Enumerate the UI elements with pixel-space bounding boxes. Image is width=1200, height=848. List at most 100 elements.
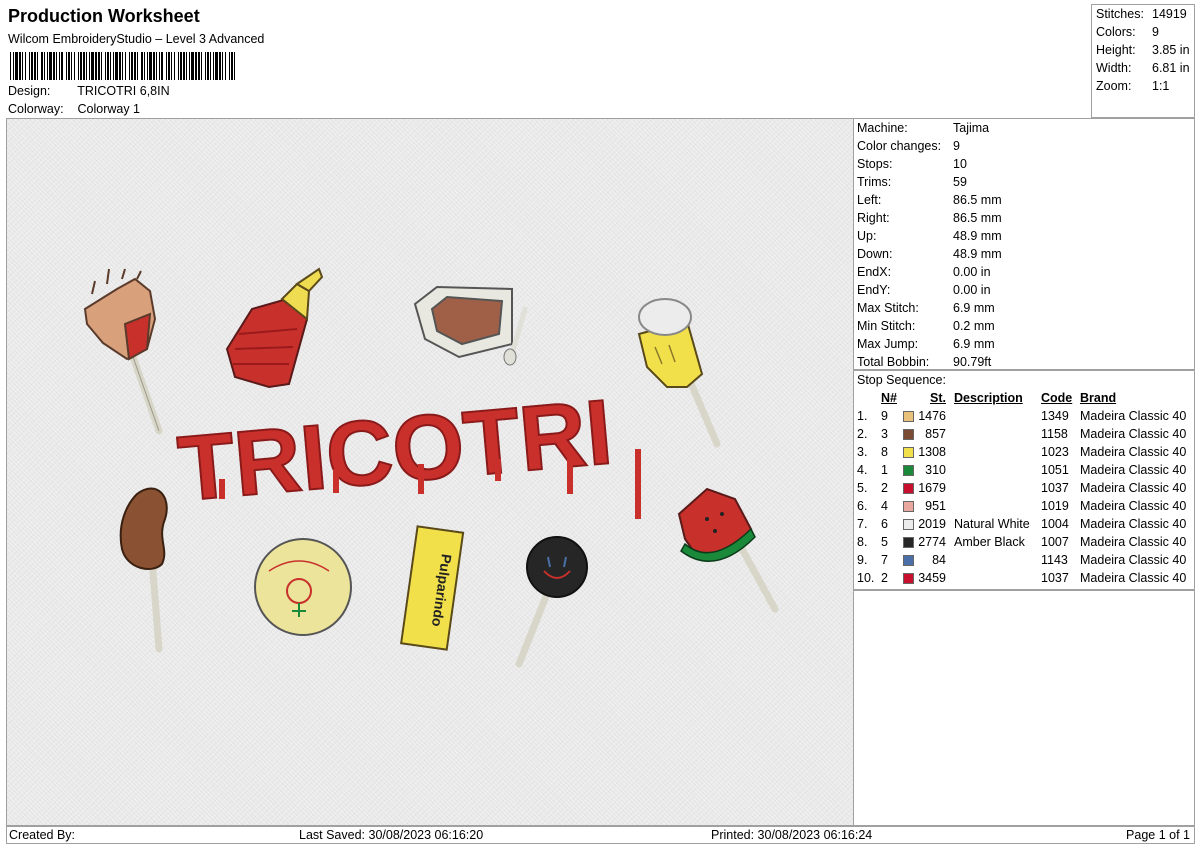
machine-info-label: Max Jump:: [857, 337, 919, 351]
stat-value-colors: 9: [1152, 25, 1159, 39]
row-thread-brand: Madeira Classic 40: [1080, 445, 1187, 459]
col-header-description: Description: [954, 391, 1023, 405]
machine-info-label: Stops:: [857, 157, 893, 171]
page-number: Page 1 of 1: [1126, 828, 1190, 842]
last-saved: Last Saved: 30/08/2023 06:16:20: [299, 828, 484, 842]
stop-sequence-row: 4. 1 310 1051 Madeira Classic 40: [854, 463, 1194, 481]
smiley-lollipop-icon: [515, 536, 588, 668]
row-thread-brand: Madeira Classic 40: [1080, 571, 1187, 585]
row-thread-brand: Madeira Classic 40: [1080, 481, 1187, 495]
colorway-value: Colorway 1: [77, 102, 141, 116]
design-value: TRICOTRI 6,8IN: [77, 84, 170, 98]
row-thread-code: 1004: [1041, 517, 1069, 531]
colorway-label: Colorway:: [8, 102, 64, 116]
design-preview-canvas[interactable]: TRICOTRI Pulparindo: [6, 118, 854, 826]
thread-color-swatch: [903, 429, 914, 440]
machine-info-label: Trims:: [857, 175, 892, 189]
row-needle-number: 7: [881, 553, 888, 567]
row-index: 4.: [857, 463, 868, 477]
machine-info-value: Tajima: [953, 121, 990, 135]
software-subtitle: Wilcom EmbroideryStudio – Level 3 Advanc…: [8, 32, 265, 46]
row-thread-code: 1051: [1041, 463, 1069, 477]
row-needle-number: 1: [881, 463, 888, 477]
machine-info-value: 0.00 in: [953, 283, 991, 297]
machine-info-value: 10: [953, 157, 967, 171]
thread-color-swatch: [903, 555, 914, 566]
machine-info-value: 6.9 mm: [953, 337, 995, 351]
stop-sequence-row: 1. 9 1476 1349 Madeira Classic 40: [854, 409, 1194, 427]
row-thread-code: 1037: [1041, 571, 1069, 585]
embroidery-design-preview: TRICOTRI Pulparindo: [83, 267, 779, 668]
machine-info-value: 90.79ft: [953, 355, 992, 369]
row-index: 1.: [857, 409, 868, 423]
row-needle-number: 9: [881, 409, 888, 423]
stop-sequence-row: 7. 6 2019 Natural White 1004 Madeira Classic …: [854, 517, 1194, 535]
thread-color-swatch: [903, 483, 914, 494]
row-thread-code: 1143: [1041, 553, 1068, 567]
thread-color-swatch: [903, 465, 914, 476]
stat-label-colors: Colors:: [1096, 25, 1136, 39]
row-stitch-count: 1308: [918, 445, 946, 459]
row-description: Amber Black: [954, 535, 1025, 549]
row-index: 8.: [857, 535, 868, 549]
col-header-n: N#: [881, 391, 897, 405]
tricotri-title-text: TRICOTRI: [174, 381, 616, 520]
machine-info-value: 9: [953, 139, 960, 153]
machine-info-label: Left:: [857, 193, 882, 207]
machine-info-value: 86.5 mm: [953, 211, 1002, 225]
row-stitch-count: 84: [932, 553, 946, 567]
hot-sauce-bottle-icon: [225, 267, 324, 389]
machine-info-value: 86.5 mm: [953, 193, 1002, 207]
row-thread-code: 1037: [1041, 481, 1069, 495]
stop-sequence-row: 10. 2 3459 1037 Madeira Classic 40: [854, 571, 1194, 589]
stop-sequence-title: Stop Sequence:: [857, 373, 946, 387]
machine-info-value: 59: [953, 175, 967, 189]
machine-info-label: Up:: [857, 229, 877, 243]
stat-label-zoom: Zoom:: [1096, 79, 1132, 93]
thread-color-swatch: [903, 501, 914, 512]
row-thread-brand: Madeira Classic 40: [1080, 517, 1187, 531]
row-thread-brand: Madeira Classic 40: [1080, 553, 1187, 567]
candy-disc-icon: [254, 538, 352, 636]
colorway-row: Colorway: Colorway 1: [8, 102, 140, 116]
machine-info-value: 48.9 mm: [953, 247, 1002, 261]
machine-info-label: Color changes:: [857, 139, 942, 153]
stop-sequence-row: 3. 8 1308 1023 Madeira Classic 40: [854, 445, 1194, 463]
row-description: Natural White: [954, 517, 1030, 531]
machine-info-value: 48.9 mm: [953, 229, 1002, 243]
machine-info-value: 6.9 mm: [953, 301, 995, 315]
row-index: 5.: [857, 481, 868, 495]
row-stitch-count: 2019: [918, 517, 946, 531]
design-stats-panel: Stitches: 14919 Colors: 9 Height: 3.85 i…: [1091, 4, 1195, 118]
stat-value-zoom: 1:1: [1152, 79, 1170, 93]
stop-sequence-row: 8. 5 2774 Amber Black 1007 Madeira Classic 40: [854, 535, 1194, 553]
row-needle-number: 3: [881, 427, 888, 441]
row-stitch-count: 1679: [918, 481, 946, 495]
stop-sequence-row: 6. 4 951 1019 Madeira Classic 40: [854, 499, 1194, 517]
candy-cup-icon: [413, 285, 528, 366]
created-by: Created By:: [9, 828, 76, 842]
row-index: 10.: [857, 571, 875, 585]
notes-panel: [853, 590, 1195, 826]
row-thread-brand: Madeira Classic 40: [1080, 535, 1187, 549]
row-thread-brand: Madeira Classic 40: [1080, 463, 1187, 477]
machine-info-panel: Machine: Tajima Color changes: 9 Stops: 10 Tri…: [853, 118, 1195, 370]
col-header-brand: Brand: [1080, 391, 1117, 405]
machine-info-label: Down:: [857, 247, 893, 261]
row-thread-code: 1007: [1041, 535, 1069, 549]
col-header-code: Code: [1041, 391, 1073, 405]
machine-info-label: Right:: [857, 211, 890, 225]
stop-sequence-row: 2. 3 857 1158 Madeira Classic 40: [854, 427, 1194, 445]
thread-color-swatch: [903, 573, 914, 584]
hand-lollipop-icon: [83, 268, 163, 435]
stat-label-height: Height:: [1096, 43, 1136, 57]
row-needle-number: 8: [881, 445, 888, 459]
thread-color-swatch: [903, 411, 914, 422]
row-index: 2.: [857, 427, 868, 441]
machine-info-value: 0.00 in: [953, 265, 991, 279]
stat-label-width: Width:: [1096, 61, 1132, 75]
machine-info-label: Min Stitch:: [857, 319, 916, 333]
thread-color-swatch: [903, 447, 914, 458]
row-stitch-count: 3459: [918, 571, 946, 585]
watermelon-lollipop-icon: [677, 487, 779, 613]
